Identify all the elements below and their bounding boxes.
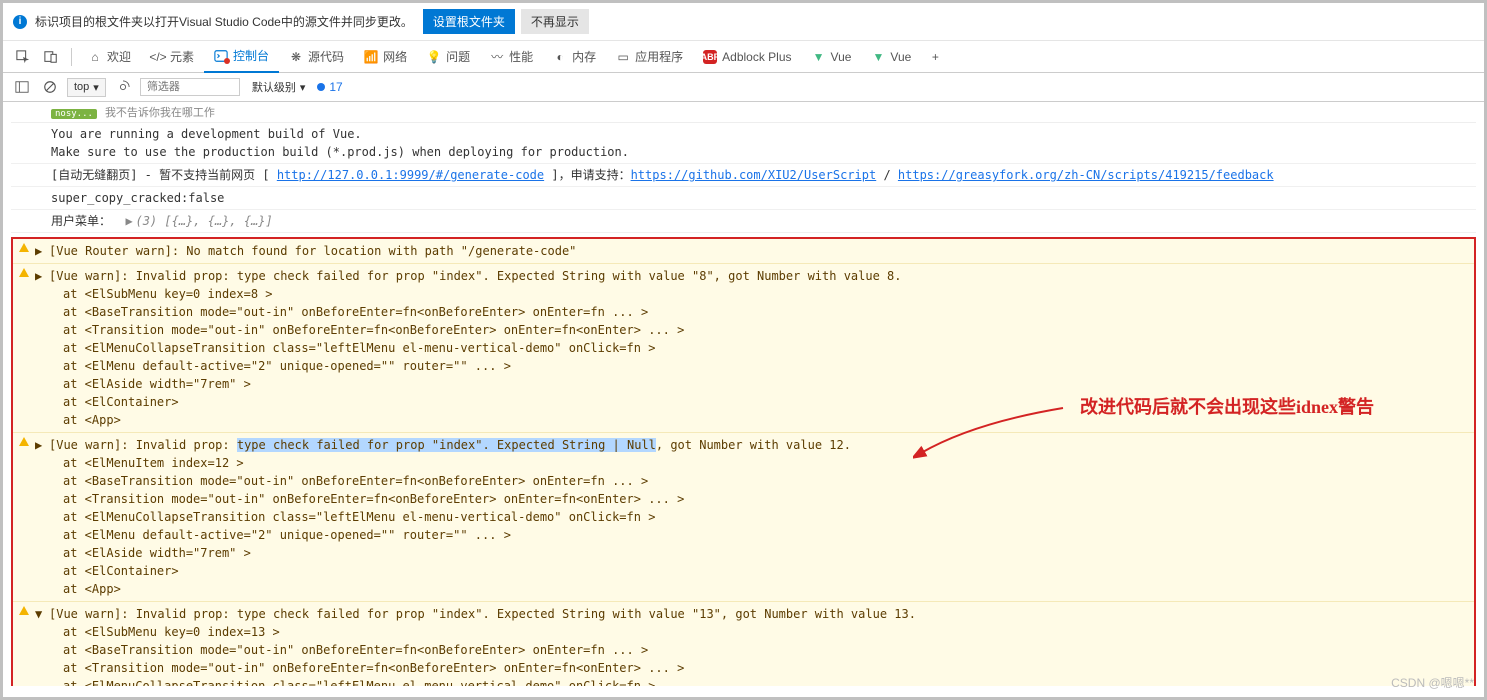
tab-vue-1[interactable]: ▼Vue (802, 41, 862, 73)
issues-icon: 💡 (427, 50, 441, 64)
disclosure-triangle-icon[interactable]: ▶ (125, 212, 135, 230)
context-selector[interactable]: top▾ (67, 78, 106, 97)
console-icon (214, 49, 228, 63)
home-icon: ⌂ (88, 50, 102, 64)
disclosure-triangle-icon[interactable]: ▶ (35, 242, 42, 260)
log-row: You are running a development build of V… (11, 123, 1476, 164)
vue-icon: ▼ (812, 50, 826, 64)
memory-icon: ◐ (553, 50, 567, 64)
adblock-icon: ABP (703, 50, 717, 64)
disclosure-triangle-icon[interactable]: ▼ (35, 605, 42, 623)
separator (71, 48, 72, 66)
sources-icon: ❋ (289, 50, 303, 64)
tab-performance[interactable]: 〰性能 (480, 41, 543, 73)
warning-triangle-icon (19, 606, 29, 615)
dismiss-button[interactable]: 不再显示 (521, 9, 589, 34)
warning-triangle-icon (19, 437, 29, 446)
warning-highlight-box: ▶ [Vue Router warn]: No match found for … (11, 237, 1476, 686)
issue-count[interactable]: 17 (317, 80, 342, 94)
elements-icon: </> (151, 50, 165, 64)
tab-welcome[interactable]: ⌂欢迎 (78, 41, 141, 73)
disclosure-triangle-icon[interactable]: ▶ (35, 267, 42, 285)
vue-icon: ▼ (871, 50, 885, 64)
watermark: CSDN @嗯嗯** (1391, 674, 1474, 691)
highlighted-text: type check failed for prop "index". Expe… (237, 438, 656, 452)
tab-application[interactable]: ▭应用程序 (606, 41, 693, 73)
link[interactable]: https://greasyfork.org/zh-CN/scripts/419… (898, 168, 1274, 182)
link[interactable]: https://github.com/XIU2/UserScript (631, 168, 877, 182)
performance-icon: 〰 (490, 50, 504, 64)
application-icon: ▭ (616, 50, 630, 64)
inspect-element-icon[interactable] (11, 45, 35, 69)
chevron-down-icon: ▾ (93, 81, 99, 94)
device-toolbar-icon[interactable] (39, 45, 63, 69)
link[interactable]: http://127.0.0.1:9999/#/generate-code (277, 168, 544, 182)
filter-input[interactable] (140, 78, 240, 96)
warning-message: ▶ [Vue Router warn]: No match found for … (13, 239, 1474, 263)
tab-issues[interactable]: 💡问题 (417, 41, 480, 73)
info-bar: i 标识项目的根文件夹以打开Visual Studio Code中的源文件并同步… (3, 3, 1484, 41)
tab-elements[interactable]: </>元素 (141, 41, 204, 73)
issue-dot-icon (317, 83, 325, 91)
warning-message: ▶ [Vue warn]: Invalid prop: type check f… (13, 432, 1474, 601)
truncated-log-row: nosy...我不告诉你我在哪工作 (11, 102, 1476, 123)
log-badge: nosy... (51, 109, 97, 119)
log-row: [自动无缝翻页] - 暂不支持当前网页 [ http://127.0.0.1:9… (11, 164, 1476, 187)
network-icon: 📶 (364, 50, 378, 64)
set-root-folder-button[interactable]: 设置根文件夹 (423, 9, 515, 34)
console-toolbar: top▾ 默认级别▾ 17 (3, 73, 1484, 102)
chevron-down-icon: ▾ (300, 81, 306, 94)
devtools-tabs: ⌂欢迎 </>元素 控制台 ❋源代码 📶网络 💡问题 〰性能 ◐内存 ▭应用程序… (3, 41, 1484, 73)
tab-network[interactable]: 📶网络 (354, 41, 417, 73)
live-expression-icon[interactable] (112, 76, 134, 98)
log-row: 用户菜单： ▶(3) [{…}, {…}, {…}] (11, 210, 1476, 233)
annotation-text: 改进代码后就不会出现这些idnex警告 (1080, 393, 1374, 419)
clear-console-icon[interactable] (39, 76, 61, 98)
log-level-selector[interactable]: 默认级别▾ (246, 77, 312, 97)
tab-sources[interactable]: ❋源代码 (279, 41, 354, 73)
sidebar-toggle-icon[interactable] (11, 76, 33, 98)
tab-adblock[interactable]: ABPAdblock Plus (693, 41, 801, 73)
warning-triangle-icon (19, 243, 29, 252)
tab-memory[interactable]: ◐内存 (543, 41, 606, 73)
info-icon: i (13, 15, 27, 29)
log-row: super_copy_cracked:false (11, 187, 1476, 210)
tab-vue-2[interactable]: ▼Vue (861, 41, 921, 73)
disclosure-triangle-icon[interactable]: ▶ (35, 436, 42, 454)
info-text: 标识项目的根文件夹以打开Visual Studio Code中的源文件并同步更改… (35, 13, 413, 30)
warning-triangle-icon (19, 268, 29, 277)
warning-message: ▼ [Vue warn]: Invalid prop: type check f… (13, 601, 1474, 686)
add-tab-icon[interactable]: + (923, 45, 947, 69)
tab-console[interactable]: 控制台 (204, 41, 279, 73)
